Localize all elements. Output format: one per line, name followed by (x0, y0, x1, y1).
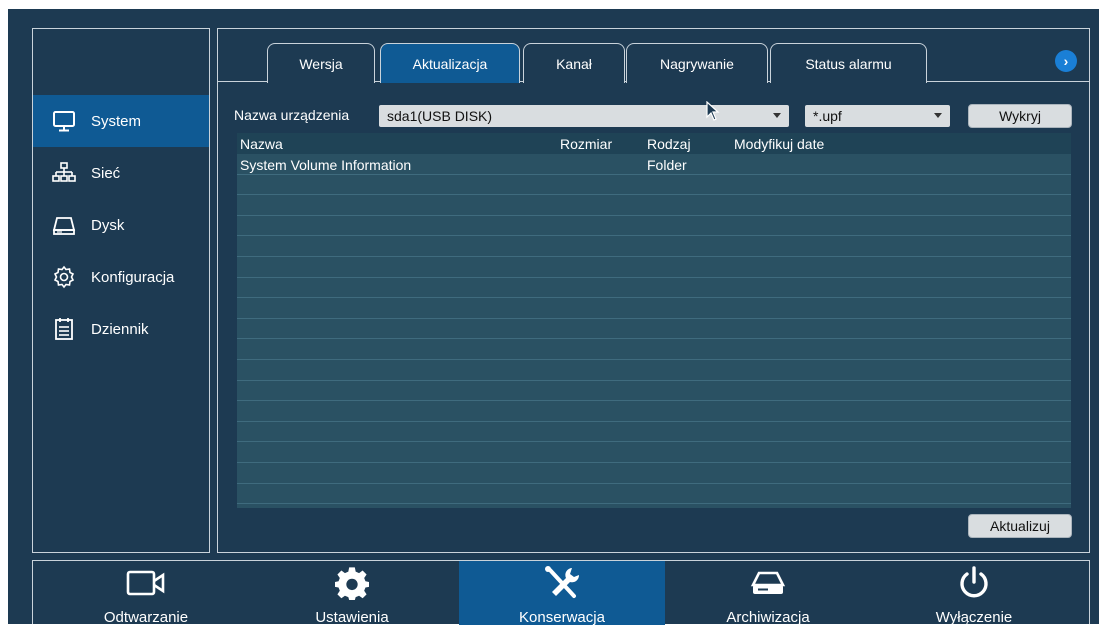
tab-update[interactable]: Aktualizacja (380, 43, 520, 83)
device-select[interactable]: sda1(USB DISK) (379, 105, 789, 127)
table-row[interactable] (237, 175, 1071, 196)
file-filter-value: *.upf (813, 108, 842, 124)
table-row[interactable] (237, 442, 1071, 463)
tools-icon (459, 566, 665, 599)
nav-maintenance[interactable]: Konserwacja (459, 561, 665, 626)
table-row[interactable] (237, 298, 1071, 319)
chevron-down-icon (934, 113, 942, 118)
chevron-down-icon (773, 113, 781, 118)
tab-recording[interactable]: Nagrywanie (626, 43, 768, 83)
dvr-screen: System Sieć Dysk Konfiguracja Dziennik W… (0, 0, 1105, 626)
frame-border-right (1099, 0, 1105, 624)
sidebar-item-disk[interactable]: Dysk (33, 199, 209, 251)
table-cell: System Volume Information (240, 157, 412, 173)
tab-next-button[interactable]: › (1055, 50, 1077, 72)
sidebar-item-system[interactable]: System (33, 95, 209, 147)
table-row[interactable] (237, 360, 1071, 381)
table-row[interactable] (237, 216, 1071, 237)
nav-settings[interactable]: Ustawienia (249, 561, 455, 626)
device-select-value: sda1(USB DISK) (387, 108, 493, 124)
sidebar: System Sieć Dysk Konfiguracja Dziennik (32, 28, 210, 553)
disk-icon (51, 212, 77, 238)
nav-archive[interactable]: Archiwizacja (665, 561, 871, 626)
power-icon (871, 566, 1077, 599)
column-header-modified: Modyfikuj date (734, 136, 825, 152)
archive-drive-icon (665, 567, 871, 599)
table-row[interactable] (237, 278, 1071, 299)
file-filter-select[interactable]: *.upf (805, 105, 950, 127)
sidebar-item-label: System (91, 112, 142, 130)
tab-channel[interactable]: Kanał (523, 43, 625, 83)
table-row[interactable] (237, 484, 1071, 505)
settings-gear-icon (249, 567, 455, 600)
sidebar-item-log[interactable]: Dziennik (33, 303, 209, 355)
monitor-icon (51, 108, 77, 134)
nav-playback[interactable]: Odtwarzanie (43, 561, 249, 626)
table-row[interactable]: System Volume Information Folder (237, 154, 1071, 175)
device-name-label: Nazwa urządzenia (234, 107, 350, 123)
sidebar-item-label: Dysk (91, 216, 125, 234)
update-button[interactable]: Aktualizuj (968, 514, 1072, 538)
nav-label: Wyłączenie (935, 609, 1013, 626)
main-panel: Wersja Aktualizacja Kanał Nagrywanie Sta… (217, 28, 1090, 553)
column-header-size: Rozmiar (560, 136, 613, 152)
tab-version[interactable]: Wersja (267, 43, 375, 83)
table-body: System Volume Information Folder (237, 154, 1071, 505)
nav-shutdown[interactable]: Wyłączenie (871, 561, 1077, 626)
bottom-nav: Odtwarzanie Ustawienia Konserwacja Archi… (32, 560, 1090, 626)
file-table: Nazwa Rozmiar Rodzaj Modyfikuj date Syst… (237, 133, 1071, 508)
sidebar-item-label: Dziennik (91, 320, 149, 338)
sidebar-item-label: Sieć (91, 164, 121, 182)
table-row[interactable] (237, 236, 1071, 257)
network-icon (51, 160, 77, 186)
sidebar-item-label: Konfiguracja (91, 268, 175, 286)
sidebar-item-configuration[interactable]: Konfiguracja (33, 251, 209, 303)
frame-border-left (0, 0, 8, 624)
column-header-type: Rodzaj (647, 136, 691, 152)
tab-alarm-status[interactable]: Status alarmu (770, 43, 927, 83)
table-row[interactable] (237, 401, 1071, 422)
table-cell: Folder (647, 157, 687, 173)
sidebar-item-network[interactable]: Sieć (33, 147, 209, 199)
table-row[interactable] (237, 319, 1071, 340)
nav-label: Ustawienia (315, 609, 389, 626)
table-row[interactable] (237, 339, 1071, 360)
table-row[interactable] (237, 463, 1071, 484)
detect-button[interactable]: Wykryj (968, 104, 1072, 128)
nav-label: Odtwarzanie (103, 609, 189, 626)
log-icon (51, 316, 77, 342)
table-row[interactable] (237, 195, 1071, 216)
frame-border-top (0, 0, 1105, 9)
gear-icon (51, 264, 77, 290)
table-row[interactable] (237, 257, 1071, 278)
column-header-name: Nazwa (240, 136, 283, 152)
nav-label: Konserwacja (519, 609, 605, 626)
playback-camera-icon (43, 567, 249, 599)
nav-label: Archiwizacja (726, 609, 810, 626)
table-header: Nazwa Rozmiar Rodzaj Modyfikuj date (237, 133, 1071, 154)
table-row[interactable] (237, 381, 1071, 402)
table-row[interactable] (237, 422, 1071, 443)
mouse-cursor-icon (706, 100, 720, 126)
